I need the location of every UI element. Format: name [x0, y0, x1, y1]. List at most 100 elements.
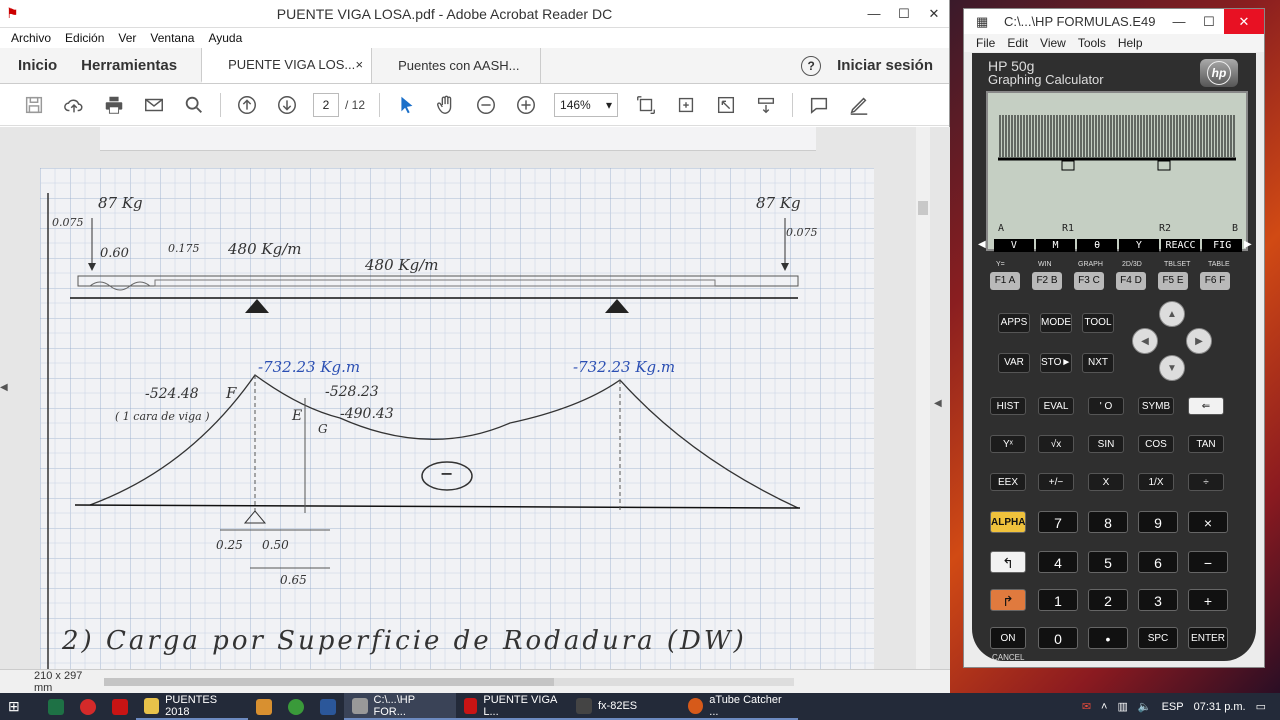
tool-icon[interactable] [248, 693, 280, 720]
hand-tool-icon[interactable] [426, 90, 466, 120]
enter-key[interactable]: ENTER [1188, 627, 1228, 649]
f6-key[interactable]: F6 F [1200, 272, 1230, 290]
softkey-reacc[interactable]: REACC [1160, 239, 1201, 252]
hist-key[interactable]: HIST [990, 397, 1026, 415]
chrome-icon[interactable] [280, 693, 312, 720]
alpha-key[interactable]: ALPHA [990, 511, 1026, 533]
tab-document-2[interactable]: Puentes con AASH... [371, 48, 542, 83]
comment-icon[interactable] [799, 90, 839, 120]
calc-maximize-icon[interactable]: ☐ [1194, 14, 1224, 30]
softkey-m[interactable]: M [1035, 239, 1076, 252]
fullscreen-icon[interactable] [706, 90, 746, 120]
help-icon[interactable]: ? [801, 55, 822, 76]
key-6[interactable]: 6 [1138, 551, 1178, 573]
backspace-key[interactable]: ⇐ [1188, 397, 1224, 415]
tab-document-active[interactable]: PUENTE VIGA LOS... × [201, 48, 372, 83]
softkey-theta[interactable]: θ [1077, 239, 1118, 252]
email-icon[interactable] [134, 90, 174, 120]
key-0[interactable]: 0 [1038, 627, 1078, 649]
menu-view[interactable]: View [1040, 36, 1066, 50]
f2-key[interactable]: F2 B [1032, 272, 1062, 290]
tray-gmail-icon[interactable]: ✉ [1082, 700, 1091, 713]
f4-key[interactable]: F4 D [1116, 272, 1146, 290]
menu-tools[interactable]: Tools [1078, 36, 1106, 50]
tan-key[interactable]: TAN [1188, 435, 1224, 453]
scroll-mode-icon[interactable] [666, 90, 706, 120]
tool-key[interactable]: TOOL [1082, 313, 1114, 333]
task-puentes-2018[interactable]: PUENTES 2018 [136, 693, 248, 720]
fit-page-icon[interactable] [626, 90, 666, 120]
tab-inicio[interactable]: Inicio [0, 48, 69, 83]
read-mode-icon[interactable] [746, 90, 786, 120]
menu-ver[interactable]: Ver [118, 31, 136, 45]
calc-minimize-icon[interactable]: — [1164, 14, 1194, 29]
tray-network-icon[interactable]: ▥ [1117, 700, 1127, 713]
menu-ventana[interactable]: Ventana [150, 31, 194, 45]
eval-key[interactable]: EVAL [1038, 397, 1074, 415]
upload-cloud-icon[interactable] [54, 90, 94, 120]
prev-page-icon[interactable] [227, 90, 267, 120]
vertical-scrollbar[interactable] [916, 127, 930, 669]
decimal-key[interactable]: • [1088, 627, 1128, 649]
mode-key[interactable]: MODE [1040, 313, 1072, 333]
key-7[interactable]: 7 [1038, 511, 1078, 533]
softkey-v[interactable]: V [994, 239, 1034, 252]
inverse-key[interactable]: 1/X [1138, 473, 1174, 491]
left-shift-key[interactable]: ↰ [990, 551, 1026, 573]
f1-key[interactable]: F1 A [990, 272, 1020, 290]
document-viewer[interactable]: 87 Kg 87 Kg 0.075 0.075 0.60 0.175 480 K… [0, 127, 950, 669]
key-3[interactable]: 3 [1138, 589, 1178, 611]
opera-icon[interactable] [72, 693, 104, 720]
on-key[interactable]: ON [990, 627, 1026, 649]
sin-key[interactable]: SIN [1088, 435, 1124, 453]
menu-archivo[interactable]: Archivo [11, 31, 51, 45]
menu-help[interactable]: Help [1118, 36, 1143, 50]
menu-ayuda[interactable]: Ayuda [208, 31, 242, 45]
calc-close-icon[interactable]: ✕ [1224, 9, 1264, 34]
x-key[interactable]: X [1088, 473, 1124, 491]
tray-language[interactable]: ESP [1162, 701, 1184, 713]
nxt-key[interactable]: NXT [1082, 353, 1114, 373]
page-number-input[interactable]: 2 [313, 92, 339, 117]
arrow-left-icon[interactable]: ◀ [1132, 328, 1158, 354]
tray-clock[interactable]: 07:31 p.m. [1194, 701, 1246, 713]
tab-herramientas[interactable]: Herramientas [69, 48, 201, 83]
quote-key[interactable]: ' O [1088, 397, 1124, 415]
negate-key[interactable]: +/− [1038, 473, 1074, 491]
sto-key[interactable]: STO► [1040, 353, 1072, 373]
key-9[interactable]: 9 [1138, 511, 1178, 533]
task-fx82es[interactable]: fx-82ES [568, 693, 680, 720]
var-key[interactable]: VAR [998, 353, 1030, 373]
symb-key[interactable]: SYMB [1138, 397, 1174, 415]
power-key[interactable]: Yˣ [990, 435, 1026, 453]
notification-icon[interactable]: ▭ [1256, 700, 1266, 713]
arrow-up-icon[interactable]: ▲ [1159, 301, 1185, 327]
print-icon[interactable] [94, 90, 134, 120]
minimize-icon[interactable]: — [859, 6, 889, 21]
minus-key[interactable]: − [1188, 551, 1228, 573]
tab-close-icon[interactable]: × [355, 57, 363, 72]
plus-key[interactable]: + [1188, 589, 1228, 611]
next-page-icon[interactable] [267, 90, 307, 120]
acrobat-taskbar-icon[interactable] [104, 693, 136, 720]
key-1[interactable]: 1 [1038, 589, 1078, 611]
menu-edit[interactable]: Edit [1007, 36, 1028, 50]
cos-key[interactable]: COS [1138, 435, 1174, 453]
f5-key[interactable]: F5 E [1158, 272, 1188, 290]
apps-key[interactable]: APPS [998, 313, 1030, 333]
signin-link[interactable]: Iniciar sesión [837, 57, 933, 74]
maximize-icon[interactable]: ☐ [889, 6, 919, 22]
zoom-select[interactable]: 146% ▾ [554, 92, 619, 117]
key-5[interactable]: 5 [1088, 551, 1128, 573]
scroll-right-icon[interactable]: ◀ [934, 398, 942, 409]
save-icon[interactable] [14, 90, 54, 120]
task-puente-viga[interactable]: PUENTE VIGA L... [456, 693, 568, 720]
excel-icon[interactable] [40, 693, 72, 720]
zoom-out-icon[interactable] [466, 90, 506, 120]
divide-key[interactable]: ÷ [1188, 473, 1224, 491]
tray-volume-icon[interactable]: 🔈 [1138, 700, 1152, 713]
f3-key[interactable]: F3 C [1074, 272, 1104, 290]
zoom-in-icon[interactable] [506, 90, 546, 120]
close-icon[interactable]: ✕ [919, 6, 949, 22]
task-hp-formulas[interactable]: C:\...\HP FOR... [344, 693, 456, 720]
